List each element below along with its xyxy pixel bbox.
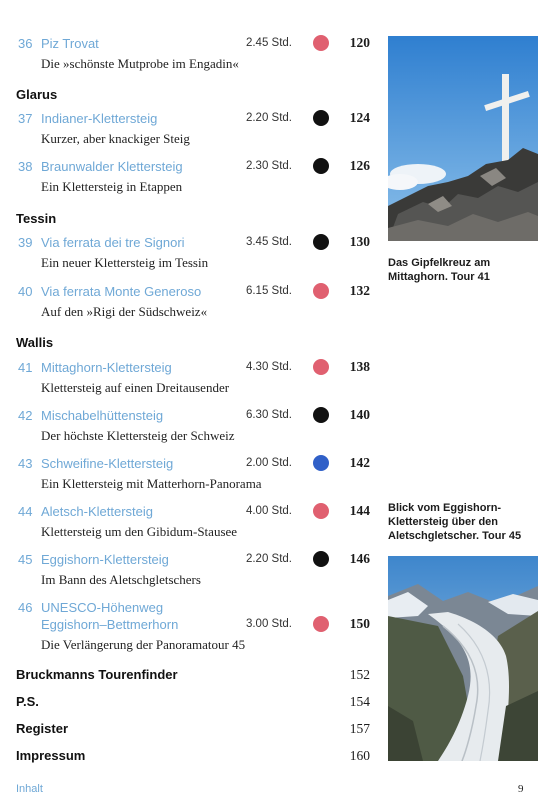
section-page: 154 [349,694,370,709]
tour-duration: 6.15 Std. [245,285,292,297]
glacier-photo [388,556,538,761]
difficulty-dot [313,110,329,126]
tour-duration: 3.00 Std. [245,618,292,630]
difficulty-dot [313,551,329,567]
tour-title[interactable]: Indianer-Klettersteig [41,111,157,126]
footer-section-label: Inhalt [16,783,43,795]
tour-description: Auf den »Rigi der Südschweiz« [41,304,208,319]
page-number: 144 [349,503,370,518]
tour-duration: 2.20 Std. [245,553,292,565]
difficulty-dot [313,234,329,250]
summit-cross-photo [388,36,538,241]
tour-title[interactable]: Schweifine-Klettersteig [41,456,173,471]
page-number: 146 [349,551,370,566]
tour-description: Ein Klettersteig mit Matterhorn-Panorama [41,476,262,491]
tour-description: Die »schönste Mutprobe im Engadin« [41,56,239,71]
photo-caption: Das Gipfelkreuz am Mittaghorn. Tour 41 [388,257,491,283]
section-title[interactable]: P.S. [16,694,39,709]
tour-duration: 2.20 Std. [245,112,292,124]
difficulty-dot [313,407,329,423]
tour-title[interactable]: Eggishorn-Klettersteig [41,552,169,567]
tour-duration: 6.30 Std. [245,409,292,421]
region-heading-wallis: Wallis [16,335,54,350]
photo-caption: Blick vom Eggishorn-Klettersteig über de… [388,502,522,542]
tour-title[interactable]: Piz Trovat [41,36,99,51]
tour-title[interactable]: Aletsch-Klettersteig [41,504,153,519]
region-heading-tessin: Tessin [16,211,57,226]
region-heading-glarus: Glarus [16,87,58,102]
difficulty-dot [313,503,329,519]
page-number: 124 [349,110,370,125]
difficulty-dot [313,455,329,471]
tour-description: Klettersteig um den Gibidum-Stausee [41,524,238,539]
tour-description: Kurzer, aber knackiger Steig [41,131,190,146]
section-page: 160 [349,748,370,763]
section-page: 157 [349,721,370,736]
page-number: 120 [349,35,370,50]
tour-title[interactable]: Braunwalder Klettersteig [41,159,183,174]
tour-duration: 4.30 Std. [245,361,292,373]
tour-duration: 4.00 Std. [245,505,292,517]
page-number: 132 [349,283,370,298]
table-of-contents: 36 Piz Trovat 2.45 Std. 120 Die »schönst… [0,0,385,800]
tour-duration: 2.00 Std. [245,457,292,469]
page-number: 140 [349,407,370,422]
tour-title[interactable]: Via ferrata dei tre Signori [41,235,185,250]
page-number: 126 [349,158,370,173]
tour-description: Ein neuer Klettersteig im Tessin [41,255,209,270]
tour-description: Ein Klettersteig in Etappen [41,179,183,194]
difficulty-dot [313,35,329,51]
tour-duration: 3.45 Std. [245,236,292,248]
tour-title[interactable]: Via ferrata Monte Generoso [41,284,201,299]
section-title[interactable]: Register [16,721,68,736]
tour-description: Die Verlängerung der Panoramatour 45 [41,637,246,652]
tour-title-line2[interactable]: Eggishorn–Bettmerhorn [41,617,178,632]
section-title[interactable]: Bruckmanns Tourenfinder [16,667,178,682]
tour-title[interactable]: Mittaghorn-Klettersteig [41,360,172,375]
page-number: 138 [349,359,370,374]
page-number: 130 [349,234,370,249]
tour-duration: 2.30 Std. [245,160,292,172]
difficulty-dot [313,616,329,632]
footer-page-number: 9 [518,783,524,795]
tour-title[interactable]: UNESCO-Höhenweg [41,600,163,615]
section-page: 152 [349,667,370,682]
tour-title[interactable]: Mischabelhüttensteig [41,408,163,423]
tour-description: Klettersteig auf einen Dreitausender [41,380,230,395]
difficulty-dot [313,359,329,375]
page-number: 150 [349,616,370,631]
tour-duration: 2.45 Std. [245,37,292,49]
section-title[interactable]: Impressum [16,748,85,763]
difficulty-dot [313,283,329,299]
tour-description: Der höchste Klettersteig der Schweiz [41,428,235,443]
difficulty-dot [313,158,329,174]
page-number: 142 [349,455,370,470]
tour-description: Im Bann des Aletschgletschers [41,572,201,587]
